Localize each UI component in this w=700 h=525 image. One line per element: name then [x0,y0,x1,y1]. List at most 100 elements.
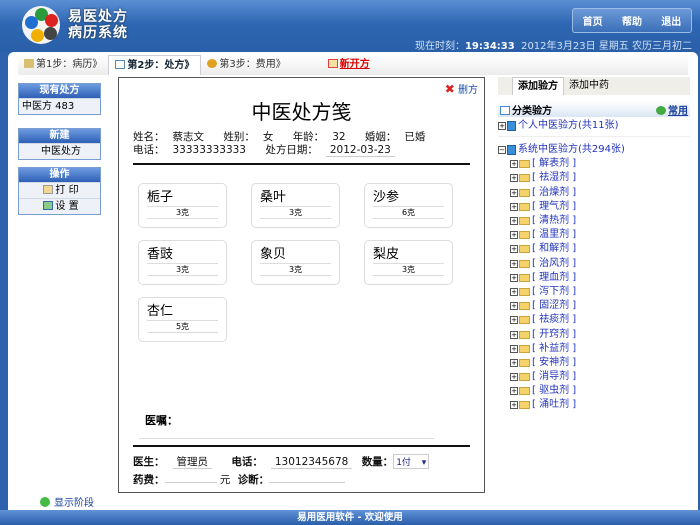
top-nav: 首页 帮助 退出 [572,8,692,33]
formula-panel: 添加验方 添加中药 分类验方 常用 + 个人中医验方(共11张) − 系统中医验方(… [498,77,690,413]
tree-node-category[interactable]: +[ 涌吐剂 ] [498,398,690,412]
nav-help[interactable]: 帮助 [622,13,642,28]
expand-icon: + [510,245,518,254]
tree-node-system[interactable]: − 系统中医验方(共294张) [498,143,690,157]
folder-icon [519,188,530,197]
herb-name: 杏仁 [147,304,218,321]
doctor-field[interactable]: 管理员 [172,456,212,469]
expand-icon: + [498,121,506,130]
tab-add-formula[interactable]: 添加验方 [512,77,564,95]
clock: 现在时刻：19:34:33 2012年3月23日 星期五 农历三月初二 [414,41,692,52]
tree-node-category[interactable]: +[ 清热剂 ] [498,214,690,228]
folder-icon [519,344,530,353]
existing-item[interactable]: 中医方 483 [19,98,100,114]
herb-card[interactable]: 象贝 3克 [251,240,340,285]
herb-dose[interactable]: 3克 [373,265,444,276]
expand-icon: + [510,358,518,367]
delete-prescription-button[interactable]: ✖ 删方 [445,81,478,96]
tab-add-herb[interactable]: 添加中药 [564,77,614,95]
print-button[interactable]: 打 印 [19,182,100,198]
tree-node-category[interactable]: +[ 治燥剂 ] [498,186,690,200]
tree-node-category[interactable]: +[ 补益剂 ] [498,342,690,356]
expand-icon: + [510,202,518,211]
herb-card[interactable]: 桑叶 3克 [251,183,340,228]
nav-home[interactable]: 首页 [583,13,603,28]
expand-icon: + [510,302,518,311]
tree-node-category[interactable]: +[ 祛痰剂 ] [498,313,690,327]
herb-name: 沙参 [373,190,444,207]
coins-icon [207,59,218,68]
expand-icon: + [510,273,518,282]
herb-card[interactable]: 杏仁 5克 [138,297,227,342]
tree-node-personal[interactable]: + 个人中医验方(共11张) [498,119,690,137]
folder-icon [519,358,530,367]
tree-node-category[interactable]: +[ 安神剂 ] [498,356,690,370]
settings-button[interactable]: 设 置 [19,198,100,214]
folder-icon [519,217,530,226]
date-field[interactable]: 2012-03-23 [325,144,395,157]
expand-icon: + [510,401,518,410]
doctor-phone-field[interactable]: 13012345678 [270,456,353,469]
settings-icon [43,201,54,210]
fee-field[interactable] [164,470,217,483]
folder-icon [519,273,530,282]
herb-card[interactable]: 栀子 3克 [138,183,227,228]
show-stage-link[interactable]: 显示阶段 [40,494,94,509]
advice-label: 医嘱： [145,414,178,427]
new-prescription-link[interactable]: 新开方 [322,55,376,75]
herb-card[interactable]: 梨皮 3克 [364,240,453,285]
folder-icon [519,302,530,311]
main-panel: 第1步：病历》 第2步：处方》 第3步：费用》 新开方 现有处方 中医方 483… [8,52,698,510]
collapse-icon: − [498,146,506,155]
herb-dose[interactable]: 3克 [147,265,218,276]
tree-node-category[interactable]: +[ 理血剂 ] [498,271,690,285]
common-icon [656,105,666,115]
tree-node-category[interactable]: +[ 消导剂 ] [498,370,690,384]
common-link[interactable]: 常用 [656,102,688,117]
edit-icon [500,105,510,115]
herb-name: 香豉 [147,247,218,264]
diagnosis-field[interactable] [269,470,346,483]
divider [133,445,470,447]
new-tcm-prescription[interactable]: 中医处方 [19,143,100,159]
herb-dose[interactable]: 3克 [147,208,218,219]
folder-icon [519,174,530,183]
expand-icon: + [510,387,518,396]
category-header: 分类验方 常用 [498,101,690,117]
folder-icon [519,245,530,254]
nav-logout[interactable]: 退出 [661,13,681,28]
tree-node-category[interactable]: +[ 泻下剂 ] [498,285,690,299]
book-icon [24,59,34,68]
patient-contact: 电话： 33333333333 处方日期： 2012-03-23 [133,142,411,157]
tab-step2[interactable]: 第2步：处方》 [108,55,202,75]
ops-box: 操作 打 印 设 置 [18,167,101,215]
tree-node-category[interactable]: +[ 理气剂 ] [498,200,690,214]
herb-dose[interactable]: 3克 [260,208,331,219]
edit-icon [115,60,126,69]
tree-node-category[interactable]: +[ 开窍剂 ] [498,327,690,341]
herb-dose[interactable]: 5克 [147,322,218,333]
advice-field[interactable] [139,438,434,439]
divider [133,163,470,165]
tree-node-category[interactable]: +[ 解表剂 ] [498,157,690,171]
herb-card[interactable]: 沙参 6克 [364,183,453,228]
tree-node-category[interactable]: +[ 治风剂 ] [498,257,690,271]
formula-tree: + 个人中医验方(共11张) − 系统中医验方(共294张) +[ 解表剂 ] +[ … [498,119,690,413]
tab-step1[interactable]: 第1步：病历》 [18,55,108,75]
folder-icon [519,387,530,396]
tab-step3[interactable]: 第3步：费用》 [201,55,291,75]
expand-icon: + [510,231,518,240]
tree-node-category[interactable]: +[ 祛湿剂 ] [498,171,690,185]
fee-row: 药费： 元 诊断： [133,470,353,487]
herb-dose[interactable]: 6克 [373,208,444,219]
herb-card[interactable]: 香豉 3克 [138,240,227,285]
tree-node-category[interactable]: +[ 和解剂 ] [498,242,690,256]
herb-dose[interactable]: 3克 [260,265,331,276]
tree-node-category[interactable]: +[ 温里剂 ] [498,228,690,242]
tree-node-category[interactable]: +[ 驱虫剂 ] [498,384,690,398]
quantity-select[interactable]: 1付 ▾ [393,454,430,469]
expand-icon: + [510,373,518,382]
tree-node-category[interactable]: +[ 固涩剂 ] [498,299,690,313]
sheet-title: 中医处方笺 [251,100,352,124]
folder-icon [519,373,530,382]
